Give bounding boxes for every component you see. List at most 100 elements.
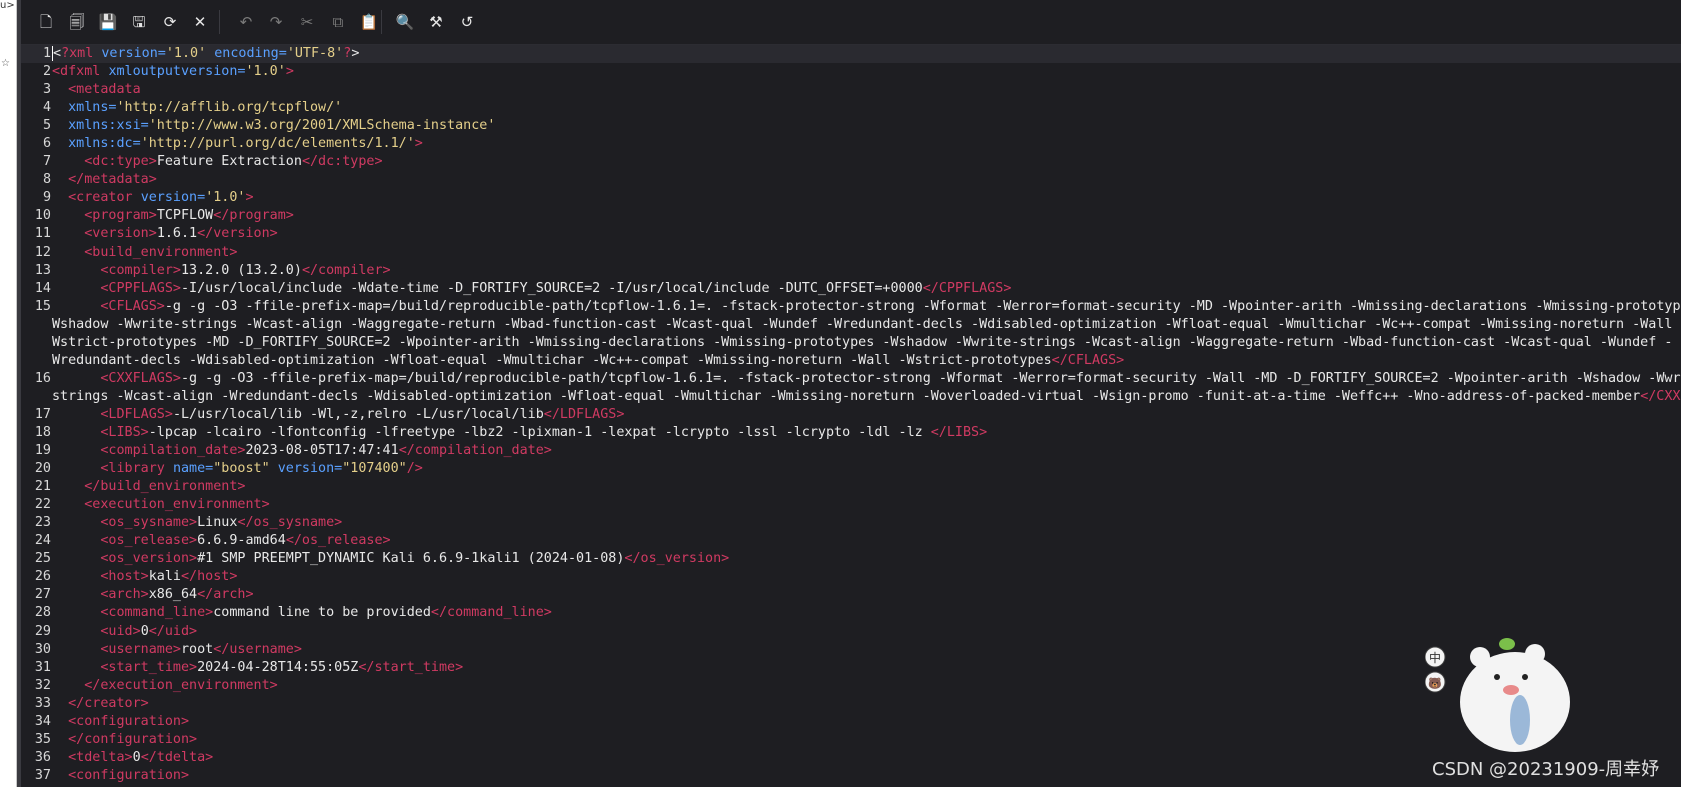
code-line[interactable]: 2 <dfxml xmloutputversion='1.0'> xyxy=(21,63,1681,81)
line-text: </metadata> xyxy=(52,171,157,189)
line-text: xmlns:xsi='http://www.w3.org/2001/XMLSch… xyxy=(52,117,495,135)
code-line[interactable]: 6 xmlns:dc='http://purl.org/dc/elements/… xyxy=(21,135,1681,153)
code-line[interactable]: 8 </metadata> xyxy=(21,171,1681,189)
line-number: 35 xyxy=(34,731,51,747)
line-number: 16 xyxy=(34,370,51,386)
line-text: xmlns='http://afflib.org/tcpflow/' xyxy=(52,99,342,117)
code-token: TCPFLOW xyxy=(156,208,214,224)
code-token: <LDFLAGS> xyxy=(100,406,173,422)
line-text: xmlns:dc='http://purl.org/dc/elements/1.… xyxy=(52,135,423,153)
code-line[interactable]: 18 <LIBS>-lpcap -lcairo -lfontconfig -lf… xyxy=(21,424,1681,442)
code-line[interactable]: 19 <compilation_date>2023-08-05T17:47:41… xyxy=(21,442,1681,460)
code-token: "107400" xyxy=(342,461,407,477)
code-line[interactable]: 15 <CFLAGS>-g -g -O3 -ffile-prefix-map=/… xyxy=(21,298,1681,316)
code-line[interactable]: 28 <command_line>command line to be prov… xyxy=(21,604,1681,622)
line-text: <CPPFLAGS>-I/usr/local/include -Wdate-ti… xyxy=(52,280,1011,298)
undo-icon[interactable]: ↶ xyxy=(236,12,256,32)
code-line[interactable]: 10 <program>TCPFLOW</program> xyxy=(21,207,1681,225)
line-text: <metadata xyxy=(52,81,141,99)
line-text: <CFLAGS>-g -g -O3 -ffile-prefix-map=/bui… xyxy=(52,298,1681,316)
code-token: </os_version> xyxy=(624,551,730,567)
code-line[interactable]: 21 </build_environment> xyxy=(21,478,1681,496)
code-line[interactable]: 12 <build_environment> xyxy=(21,244,1681,262)
code-token: xmlns= xyxy=(68,100,117,116)
code-token: command line to be provided xyxy=(213,605,431,621)
code-line[interactable]: 7 <dc:type>Feature Extraction</dc:type> xyxy=(21,153,1681,171)
code-token: /> xyxy=(406,461,423,477)
code-line[interactable]: 5 xmlns:xsi='http://www.w3.org/2001/XMLS… xyxy=(21,117,1681,135)
code-line[interactable]: 13 <compiler>13.2.0 (13.2.0)</compiler> xyxy=(21,262,1681,280)
code-token: Linux xyxy=(197,515,238,531)
code-line[interactable]: 24 <os_release>6.6.9-amd64</os_release> xyxy=(21,532,1681,550)
code-token: </LDFLAGS> xyxy=(543,406,625,422)
find-replace-icon[interactable]: ⚒ xyxy=(426,12,446,32)
reload-icon[interactable]: ⟳ xyxy=(160,12,180,32)
code-token: Wshadow -Wwrite-strings -Wcast-align -Wa… xyxy=(52,316,1681,332)
code-line[interactable]: 4 xmlns='http://afflib.org/tcpflow/' xyxy=(21,99,1681,117)
code-token: 'http://afflib.org/tcpflow/' xyxy=(116,100,343,116)
code-line[interactable]: Wshadow -Wwrite-strings -Wcast-align -Wa… xyxy=(21,316,1681,334)
code-line[interactable]: strings -Wcast-align -Wredundant-decls -… xyxy=(21,388,1681,406)
star-icon[interactable]: ☆ xyxy=(1,58,10,69)
new-file-icon[interactable]: 🗋 xyxy=(36,12,56,32)
search-icon[interactable]: 🔍 xyxy=(395,12,415,32)
code-line[interactable]: 20 <library name="boost" version="107400… xyxy=(21,460,1681,478)
code-line[interactable]: 27 <arch>x86_64</arch> xyxy=(21,586,1681,604)
line-text: Wstrict-prototypes -MD -D_FORTIFY_SOURCE… xyxy=(52,334,1672,352)
line-number: 18 xyxy=(34,424,51,440)
code-line[interactable]: 9 <creator version='1.0'> xyxy=(21,189,1681,207)
open-file-icon[interactable]: 🗐 xyxy=(67,12,87,32)
code-line[interactable]: 14 <CPPFLAGS>-I/usr/local/include -Wdate… xyxy=(21,280,1681,298)
line-number: 1 xyxy=(42,46,51,61)
line-text: <configuration> xyxy=(52,713,189,731)
code-line[interactable]: 26 <host>kali</host> xyxy=(21,568,1681,586)
code-line[interactable]: 17 <LDFLAGS>-L/usr/local/lib -Wl,-z,relr… xyxy=(21,406,1681,424)
code-line[interactable]: 22 <execution_environment> xyxy=(21,496,1681,514)
code-token: 'UTF-8' xyxy=(286,46,344,61)
code-token: <os_sysname> xyxy=(100,515,198,531)
code-line[interactable]: 1 <?xml version='1.0' encoding='UTF-8'?> xyxy=(21,45,1681,64)
line-number: 3 xyxy=(42,82,51,98)
copy-icon[interactable]: ⧉ xyxy=(328,12,348,32)
line-text: <CXXFLAGS>-g -g -O3 -ffile-prefix-map=/b… xyxy=(52,370,1681,388)
line-text: </creator> xyxy=(52,695,149,713)
code-line[interactable]: 25 <os_version>#1 SMP PREEMPT_DYNAMIC Ka… xyxy=(21,550,1681,568)
code-line[interactable]: 16 <CXXFLAGS>-g -g -O3 -ffile-prefix-map… xyxy=(21,370,1681,388)
line-number: 4 xyxy=(42,100,51,116)
save-as-icon[interactable]: 🖫 xyxy=(129,12,149,32)
code-token: <command_line> xyxy=(100,605,214,621)
code-token: </compiler> xyxy=(301,262,391,278)
code-token: '1.0' xyxy=(165,46,215,61)
code-token: <os_release> xyxy=(100,533,198,549)
code-line[interactable]: 11 <version>1.6.1</version> xyxy=(21,225,1681,243)
code-line[interactable]: 3 <metadata xyxy=(21,81,1681,99)
code-token: 1.6.1 xyxy=(156,226,198,242)
line-text: <dc:type>Feature Extraction</dc:type> xyxy=(52,153,382,171)
code-token: <version> xyxy=(84,226,157,242)
close-icon[interactable]: ✕ xyxy=(190,12,210,32)
code-token: </configuration> xyxy=(68,731,198,747)
line-number: 24 xyxy=(34,533,51,549)
code-line[interactable]: Wredundant-decls -Wdisabled-optimization… xyxy=(21,352,1681,370)
code-token: </LIBS> xyxy=(930,424,988,440)
bear-badge: 🐻 xyxy=(1428,676,1442,690)
code-line[interactable]: Wstrict-prototypes -MD -D_FORTIFY_SOURCE… xyxy=(21,334,1681,352)
save-icon[interactable]: 💾 xyxy=(98,12,118,32)
redo-icon[interactable]: ↷ xyxy=(266,12,286,32)
code-line[interactable]: 23 <os_sysname>Linux</os_sysname> xyxy=(21,514,1681,532)
line-number: 33 xyxy=(34,695,51,711)
line-text: <username>root</username> xyxy=(52,641,302,659)
paste-icon[interactable]: 📋 xyxy=(359,12,379,32)
cut-icon[interactable]: ✂ xyxy=(297,12,317,32)
goto-line-icon[interactable]: ↺ xyxy=(457,12,477,32)
line-number: 15 xyxy=(34,298,51,314)
line-number: 28 xyxy=(34,605,51,621)
